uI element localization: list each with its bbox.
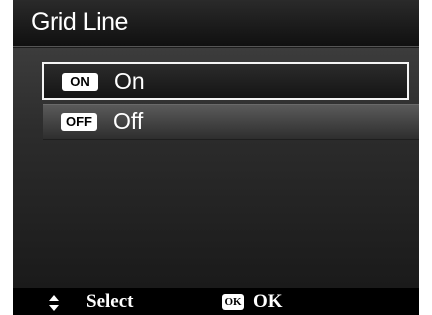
ok-button-icon: OK — [222, 294, 244, 310]
on-badge-icon: ON — [62, 73, 98, 91]
option-off-label: Off — [113, 108, 144, 134]
title-bar: Grid Line — [13, 0, 419, 47]
up-down-arrows-icon — [49, 295, 59, 311]
off-badge-icon: OFF — [61, 113, 97, 131]
option-on-label: On — [114, 68, 145, 94]
page-title: Grid Line — [31, 8, 128, 36]
option-off[interactable]: OFF Off — [43, 104, 419, 140]
footer-bar — [13, 288, 419, 315]
option-on[interactable]: ON On — [42, 62, 409, 100]
options-list: ON On OFF Off — [13, 48, 419, 288]
camera-menu-screen: Grid Line ON On OFF Off — [13, 0, 419, 315]
select-hint-label: Select — [86, 291, 134, 312]
ok-hint-label: OK — [253, 291, 283, 312]
